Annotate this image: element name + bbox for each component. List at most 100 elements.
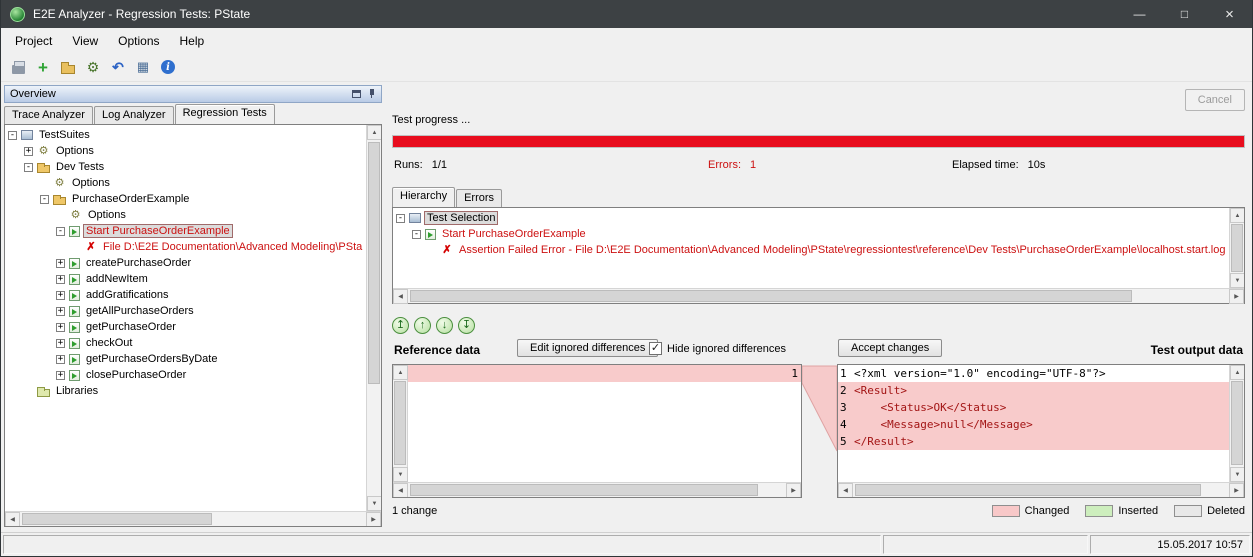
main-area: Overview Trace Analyzer Log Analyzer Reg… <box>1 82 1252 530</box>
collapse-icon[interactable]: - <box>40 195 49 204</box>
scroll-right-icon[interactable]: ▶ <box>1229 289 1244 304</box>
scroll-right-icon[interactable]: ▶ <box>786 483 801 498</box>
collapse-icon[interactable]: - <box>8 131 17 140</box>
scrollbar-thumb[interactable] <box>1231 381 1243 465</box>
export-button[interactable]: ▦ <box>133 57 153 77</box>
tree-item-createpurchaseorder[interactable]: + createPurchaseOrder <box>5 255 366 271</box>
tree-item-options[interactable]: ⚙Options <box>5 175 366 191</box>
undo-button[interactable]: ↶ <box>108 57 128 77</box>
scroll-down-icon[interactable]: ▼ <box>367 496 381 511</box>
tree-item-options[interactable]: +⚙Options <box>5 143 366 159</box>
tree-item-assertion-failed-error-file-d-e2e-docume[interactable]: ✗Assertion Failed Error - File D:\E2E Do… <box>393 242 1229 258</box>
panel-splitter[interactable] <box>382 85 389 527</box>
hide-ignored-differences-checkbox[interactable]: ✓ <box>649 342 662 355</box>
scrollbar-thumb[interactable] <box>394 381 406 465</box>
tree-item-testsuites[interactable]: -TestSuites <box>5 127 366 143</box>
scroll-down-icon[interactable]: ▼ <box>1230 467 1244 482</box>
menu-view[interactable]: View <box>62 30 108 52</box>
tab-log-analyzer[interactable]: Log Analyzer <box>94 106 174 124</box>
menu-project[interactable]: Project <box>5 30 62 52</box>
tree-item-libraries[interactable]: Libraries <box>5 383 366 399</box>
expand-icon[interactable]: + <box>56 307 65 316</box>
tree-item-test-selection[interactable]: -Test Selection <box>393 210 1229 226</box>
next-difference-button[interactable]: ↓ <box>436 317 453 334</box>
vertical-scrollbar: ▲ ▼ <box>366 125 381 511</box>
tree-item-label: createPurchaseOrder <box>84 257 193 269</box>
scroll-right-icon[interactable]: ▶ <box>366 512 381 527</box>
tab-errors[interactable]: Errors <box>456 189 502 207</box>
pin-icon[interactable] <box>368 89 376 99</box>
scrollbar-thumb[interactable] <box>410 290 1132 302</box>
scroll-up-icon[interactable]: ▲ <box>1230 365 1244 380</box>
tree-item-start-purchaseorderexample[interactable]: - Start PurchaseOrderExample <box>5 223 366 239</box>
tree-item-checkout[interactable]: +checkOut <box>5 335 366 351</box>
minimize-button[interactable]: — <box>1117 0 1162 28</box>
scroll-left-icon[interactable]: ◀ <box>5 512 20 527</box>
expand-icon[interactable]: + <box>24 147 33 156</box>
tree-item-getpurchaseordersbydate[interactable]: +getPurchaseOrdersByDate <box>5 351 366 367</box>
cancel-button[interactable]: Cancel <box>1185 89 1245 111</box>
tab-trace-analyzer[interactable]: Trace Analyzer <box>4 106 93 124</box>
collapse-icon[interactable]: - <box>412 230 421 239</box>
close-button[interactable]: × <box>1207 0 1252 28</box>
settings-button[interactable]: ⚙ <box>83 57 103 77</box>
tree-item-addgratifications[interactable]: + addGratifications <box>5 287 366 303</box>
scroll-right-icon[interactable]: ▶ <box>1229 483 1244 498</box>
expand-icon[interactable]: + <box>56 275 65 284</box>
scroll-up-icon[interactable]: ▲ <box>367 125 381 140</box>
first-difference-button[interactable]: ↥ <box>392 317 409 334</box>
collapse-icon[interactable]: - <box>24 163 33 172</box>
tree-item-label: Start PurchaseOrderExample <box>84 225 232 237</box>
menu-options[interactable]: Options <box>108 30 169 52</box>
tree-item-start-purchaseorderexample[interactable]: -Start PurchaseOrderExample <box>393 226 1229 242</box>
add-button[interactable]: + <box>33 57 53 77</box>
tree-item-label: addGratifications <box>84 289 171 301</box>
tree-item-getallpurchaseorders[interactable]: +getAllPurchaseOrders <box>5 303 366 319</box>
scrollbar-thumb[interactable] <box>855 484 1201 496</box>
previous-difference-button[interactable]: ↑ <box>414 317 431 334</box>
maximize-button[interactable]: □ <box>1162 0 1207 28</box>
tree-item-file-d-e2e-documentation-advanced-modeli[interactable]: ✗File D:\E2E Documentation\Advanced Mode… <box>5 239 366 255</box>
tree-item-getpurchaseorder[interactable]: +getPurchaseOrder <box>5 319 366 335</box>
expand-icon[interactable]: + <box>56 291 65 300</box>
menu-help[interactable]: Help <box>170 30 215 52</box>
tree-item-addnewitem[interactable]: +addNewItem <box>5 271 366 287</box>
tab-regression-tests[interactable]: Regression Tests <box>175 104 275 124</box>
scroll-left-icon[interactable]: ◀ <box>393 289 408 304</box>
test-icon <box>69 258 80 269</box>
collapse-icon[interactable]: - <box>396 214 405 223</box>
tree-item-purchaseorderexample[interactable]: -PurchaseOrderExample <box>5 191 366 207</box>
expand-icon[interactable]: + <box>56 323 65 332</box>
expand-icon[interactable]: + <box>56 355 65 364</box>
expand-icon[interactable]: + <box>56 259 65 268</box>
deleted-swatch <box>1174 505 1202 517</box>
scrollbar-thumb[interactable] <box>410 484 758 496</box>
collapse-icon[interactable]: - <box>56 227 65 236</box>
edit-ignored-differences-button[interactable]: Edit ignored differences <box>517 339 658 357</box>
scroll-up-icon[interactable]: ▲ <box>393 365 408 380</box>
tree-item-options[interactable]: ⚙Options <box>5 207 366 223</box>
last-difference-button[interactable]: ↧ <box>458 317 475 334</box>
expand-icon[interactable]: + <box>56 371 65 380</box>
scroll-up-icon[interactable]: ▲ <box>1230 208 1244 223</box>
runs-stat: Runs:1/1 <box>394 159 447 171</box>
info-button[interactable]: i <box>158 57 178 77</box>
tree-item-closepurchaseorder[interactable]: +closePurchaseOrder <box>5 367 366 383</box>
scroll-left-icon[interactable]: ◀ <box>393 483 408 498</box>
scrollbar-thumb[interactable] <box>368 142 380 384</box>
tab-hierarchy[interactable]: Hierarchy <box>392 187 455 207</box>
float-panel-icon[interactable] <box>352 90 361 98</box>
accept-changes-button[interactable]: Accept changes <box>838 339 942 357</box>
tree-item-label: Libraries <box>54 385 100 397</box>
scroll-left-icon[interactable]: ◀ <box>838 483 853 498</box>
print-button[interactable] <box>8 57 28 77</box>
scrollbar-thumb[interactable] <box>1231 224 1243 272</box>
scroll-down-icon[interactable]: ▼ <box>1230 273 1244 288</box>
tree-item-label: Options <box>86 209 128 221</box>
expand-icon[interactable]: + <box>56 339 65 348</box>
scroll-down-icon[interactable]: ▼ <box>393 467 408 482</box>
scrollbar-thumb[interactable] <box>22 513 212 525</box>
tree-item-dev-tests[interactable]: -Dev Tests <box>5 159 366 175</box>
open-button[interactable] <box>58 57 78 77</box>
test-icon <box>69 322 80 333</box>
